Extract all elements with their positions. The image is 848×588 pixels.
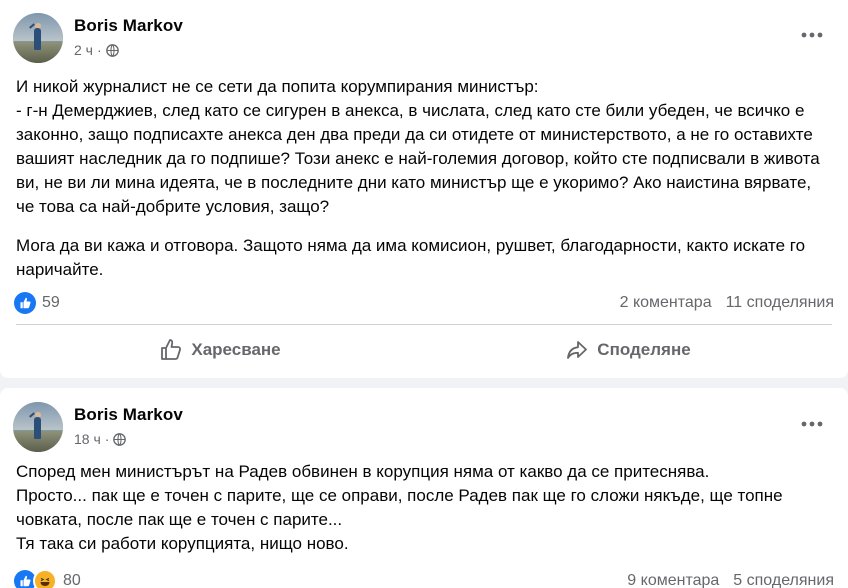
post-stats: 80 9 коментара 5 споделяния xyxy=(14,569,834,588)
reaction-count[interactable]: 80 xyxy=(63,572,81,588)
thumbs-up-icon xyxy=(159,338,183,362)
comments-count[interactable]: 9 коментара xyxy=(627,572,719,588)
globe-icon[interactable] xyxy=(113,432,127,446)
post-text: Според мен министърът на Радев обвинен в… xyxy=(16,462,783,553)
more-options-icon[interactable] xyxy=(796,408,828,440)
post-meta: 2 ч · xyxy=(74,42,119,58)
reactions-summary[interactable]: 80 xyxy=(14,569,81,588)
post-card: Boris Markov 2 ч · И никой журналист не … xyxy=(0,0,848,378)
like-reaction-icon xyxy=(14,292,36,314)
post-actions: Харесване Споделяне xyxy=(16,330,832,370)
divider xyxy=(16,324,832,325)
avatar[interactable] xyxy=(13,402,63,452)
haha-reaction-icon xyxy=(33,569,57,588)
post-time[interactable]: 18 ч xyxy=(74,431,101,447)
globe-icon[interactable] xyxy=(105,43,119,57)
shares-count[interactable]: 11 споделяния xyxy=(726,294,834,312)
post-meta: 18 ч · xyxy=(74,431,127,447)
author-name[interactable]: Boris Markov xyxy=(74,405,183,425)
share-arrow-icon xyxy=(565,338,589,362)
reaction-count[interactable]: 59 xyxy=(42,294,60,312)
news-feed: Boris Markov 2 ч · И никой журналист не … xyxy=(0,0,848,588)
separator-dot: · xyxy=(96,42,102,58)
engagement-counts: 9 коментара 5 споделяния xyxy=(627,572,834,588)
post-text: Мога да ви кажа и отговора. Защото няма … xyxy=(16,236,806,279)
reactions-summary[interactable]: 59 xyxy=(14,292,60,314)
post-time[interactable]: 2 ч xyxy=(74,42,93,58)
post-header: Boris Markov 2 ч · xyxy=(13,13,834,63)
shares-count[interactable]: 5 споделяния xyxy=(733,572,834,588)
post-stats: 59 2 коментара 11 споделяния xyxy=(14,292,834,314)
like-label: Харесване xyxy=(191,340,281,359)
author-name[interactable]: Boris Markov xyxy=(74,16,183,36)
post-card: Boris Markov 18 ч · Според мен министъръ… xyxy=(0,388,848,588)
post-text: И никой журналист не се сети да попита к… xyxy=(16,77,820,216)
share-label: Споделяне xyxy=(597,340,691,359)
like-button[interactable]: Харесване xyxy=(16,330,424,370)
separator-dot: · xyxy=(104,431,110,447)
comments-count[interactable]: 2 коментара xyxy=(620,294,712,312)
share-button[interactable]: Споделяне xyxy=(424,330,832,370)
avatar[interactable] xyxy=(13,13,63,63)
engagement-counts: 2 коментара 11 споделяния xyxy=(620,294,834,312)
more-options-icon[interactable] xyxy=(796,19,828,51)
post-header: Boris Markov 18 ч · xyxy=(13,402,834,452)
